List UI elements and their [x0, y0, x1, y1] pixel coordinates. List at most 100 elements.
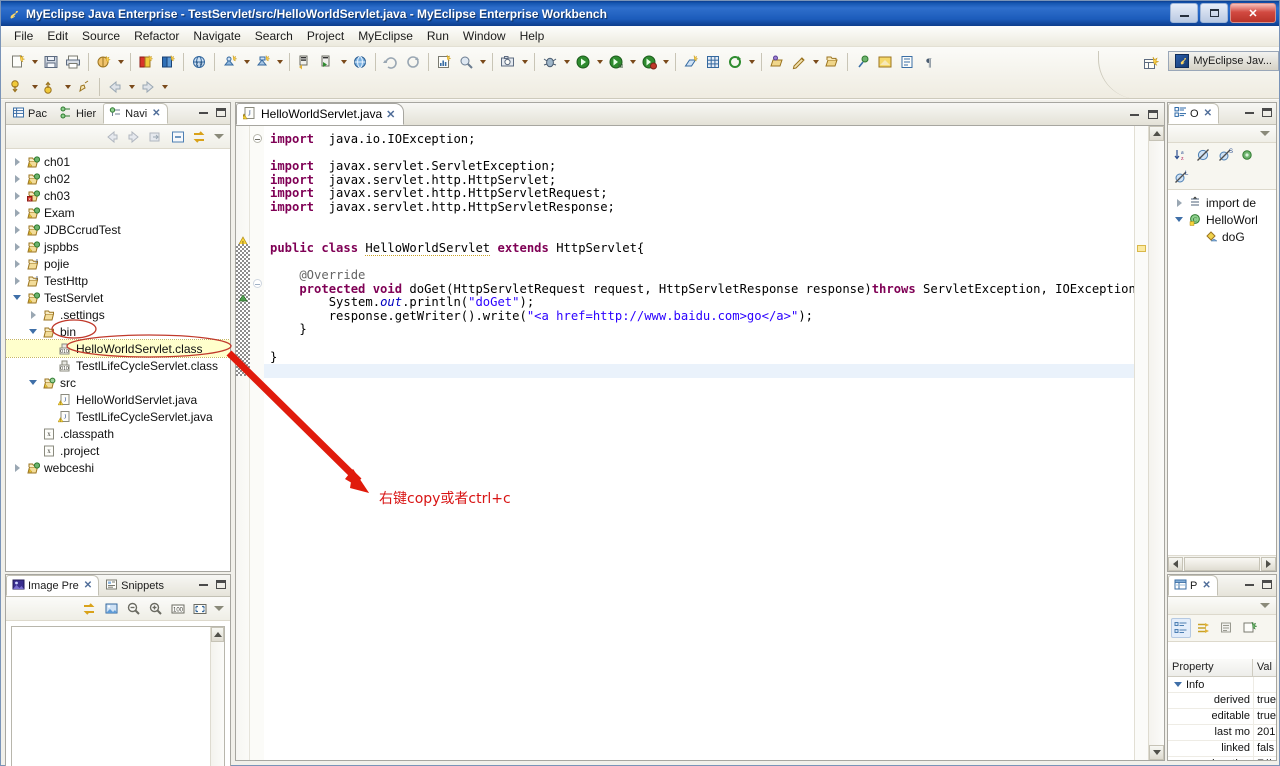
zoom-out-icon[interactable] [124, 599, 144, 619]
view-menu-icon[interactable] [212, 127, 226, 147]
collapse-all-icon[interactable] [168, 127, 188, 147]
search-reference-icon[interactable] [455, 51, 477, 73]
navigator-tree-item[interactable]: J! HelloWorldServlet.java [6, 391, 230, 408]
image-preview-scrollbar[interactable] [210, 627, 224, 766]
previous-annotation-icon[interactable] [7, 76, 29, 98]
new-wizard-icon[interactable] [7, 51, 29, 73]
hide-local-types-icon[interactable]: L [1171, 167, 1191, 187]
chevron-down-icon[interactable] [29, 51, 40, 73]
new-java-project-icon[interactable] [680, 51, 702, 73]
chevron-down-icon[interactable] [477, 51, 488, 73]
explorer-tab-pac[interactable]: Pac [6, 103, 54, 124]
refresh-build-icon[interactable] [380, 51, 402, 73]
open-resource-icon[interactable] [821, 51, 843, 73]
code-line[interactable]: public class HelloWorldServlet extends H… [270, 240, 1134, 256]
navigator-tree-item[interactable]: TestServlet [6, 289, 230, 306]
code-line[interactable]: response.getWriter().write("<a href=http… [270, 309, 1134, 324]
maximize-view-icon[interactable] [1260, 578, 1273, 591]
expand-arrow-icon[interactable] [26, 306, 40, 323]
debug-icon[interactable] [539, 51, 561, 73]
new-package-grid-icon[interactable] [702, 51, 724, 73]
navigator-tree-item[interactable]: J TestHttp [6, 272, 230, 289]
scroll-up-icon[interactable] [211, 627, 224, 642]
image-preview-canvas[interactable] [11, 626, 225, 766]
properties-row[interactable]: locationF:\\ [1168, 757, 1276, 760]
new-java-class-icon[interactable] [219, 51, 241, 73]
web-2.0-tools-icon[interactable]: 2.0 [188, 51, 210, 73]
hide-fields-icon[interactable] [1237, 145, 1257, 165]
override-marker-icon[interactable] [238, 292, 248, 302]
code-line[interactable]: @Override [270, 268, 1134, 283]
chevron-down-icon[interactable] [810, 51, 821, 73]
chevron-down-icon[interactable] [115, 51, 126, 73]
tab-outline[interactable]: O ✕ [1168, 103, 1219, 124]
column-header-property[interactable]: Property [1168, 659, 1253, 676]
maximize-editor-icon[interactable] [1146, 108, 1159, 121]
perspective-current-button[interactable]: 𝓲 MyEclipse Jav... [1168, 51, 1279, 71]
editor-source-text[interactable]: import java.io.IOException; import javax… [264, 126, 1134, 760]
properties-row[interactable]: linked fals [1168, 741, 1276, 757]
deploy-myeclipse-icon[interactable] [93, 51, 115, 73]
explorer-tab-navi[interactable]: Navi ✕ [103, 103, 168, 124]
navigator-tree-item[interactable]: x ch03 [6, 187, 230, 204]
menu-help[interactable]: Help [513, 27, 552, 45]
collapse-arrow-icon[interactable] [26, 323, 40, 340]
maximize-view-icon[interactable] [214, 106, 227, 119]
navigator-tree-item[interactable]: bin [6, 323, 230, 340]
hscrollbar-thumb[interactable] [1184, 556, 1260, 571]
navigator-tree-item[interactable]: x .project [6, 442, 230, 459]
snapshot-icon[interactable] [497, 51, 519, 73]
explorer-tab-hier[interactable]: Hier [54, 103, 103, 124]
properties-row[interactable]: Info [1168, 677, 1276, 693]
expand-arrow-icon[interactable] [10, 221, 24, 238]
show-whitespace-icon[interactable]: ¶ [918, 51, 940, 73]
outline-tree-container[interactable]: import de C HelloWorl doG [1168, 191, 1276, 553]
chevron-down-icon[interactable] [62, 76, 73, 98]
navigator-tree-item[interactable]: J! TestlLifeCycleServlet.java [6, 408, 230, 425]
outline-tree-item[interactable]: import de [1168, 194, 1276, 211]
properties-row[interactable]: last mo 201 [1168, 725, 1276, 741]
chevron-down-icon[interactable] [274, 51, 285, 73]
toggle-block-selection-icon[interactable] [896, 51, 918, 73]
new-java-package-icon[interactable] [252, 51, 274, 73]
chevron-down-icon[interactable] [746, 51, 757, 73]
code-editor[interactable]: ! import java. [236, 126, 1164, 760]
navigator-tree-item[interactable]: ch01 [6, 153, 230, 170]
navigator-tree-item[interactable]: 010 HelloWorldServlet.class [6, 339, 230, 358]
tab-properties[interactable]: P ✕ [1168, 575, 1218, 596]
image-preview-tab-image-pre[interactable]: Image Pre ✕ [6, 575, 100, 596]
minimize-view-icon[interactable] [1243, 578, 1256, 591]
editor-tab-helloworldservlet[interactable]: J ! HelloWorldServlet.java ✕ [236, 103, 405, 125]
open-perspective-icon[interactable] [1140, 53, 1162, 75]
hide-static-icon[interactable]: S [1215, 145, 1235, 165]
link-with-editor-icon[interactable] [190, 127, 210, 147]
refresh-circle-icon[interactable] [724, 51, 746, 73]
outline-tree-item[interactable]: C HelloWorl [1168, 211, 1276, 228]
code-line[interactable]: } [270, 323, 1134, 337]
open-database-explorer-icon[interactable] [135, 51, 157, 73]
expand-arrow-icon[interactable] [10, 255, 24, 272]
code-line[interactable]: } [270, 350, 1134, 365]
code-line[interactable]: import javax.servlet.http.HttpServletRes… [270, 200, 1134, 215]
close-button[interactable]: ✕ [1230, 3, 1276, 23]
navigator-tree-item[interactable]: x .classpath [6, 425, 230, 442]
properties-table[interactable]: Property Val Info derived true editable true… [1168, 659, 1276, 760]
menu-window[interactable]: Window [456, 27, 513, 45]
generate-report-icon[interactable] [433, 51, 455, 73]
print-icon[interactable] [62, 51, 84, 73]
view-menu-icon[interactable] [1258, 124, 1272, 144]
code-line[interactable]: import javax.servlet.http.HttpServletReq… [270, 187, 1134, 201]
sort-alphabetically-icon[interactable]: a z [1171, 145, 1191, 165]
navigator-tree-item[interactable]: webceshi [6, 459, 230, 476]
expand-arrow-icon[interactable] [10, 459, 24, 476]
chevron-down-icon[interactable] [594, 51, 605, 73]
code-line[interactable]: import javax.servlet.http.HttpServlet; [270, 173, 1134, 188]
minimize-view-icon[interactable] [197, 106, 210, 119]
save-icon[interactable] [40, 51, 62, 73]
show-categories-icon[interactable] [1171, 618, 1191, 638]
run-icon[interactable] [572, 51, 594, 73]
tab-close-icon[interactable]: ✕ [84, 580, 92, 591]
chevron-down-icon[interactable] [660, 51, 671, 73]
pin-to-selection-icon[interactable] [1240, 618, 1260, 638]
chevron-down-icon[interactable] [338, 51, 349, 73]
